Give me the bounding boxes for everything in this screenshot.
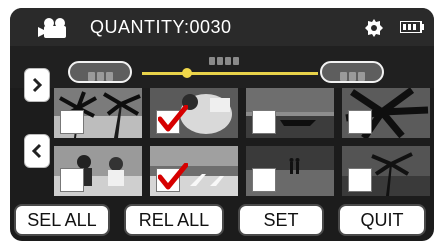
thumbnail-people-on-beach[interactable]	[54, 146, 142, 196]
gear-icon	[365, 19, 383, 37]
previous-page-button[interactable]	[24, 134, 50, 168]
select-checkbox[interactable]	[252, 168, 276, 192]
page-slider-area	[10, 46, 434, 88]
video-camera-icon	[38, 18, 66, 38]
checkmark-icon	[158, 163, 188, 190]
chevron-left-icon	[31, 143, 42, 159]
thumbnail-palm-trees[interactable]	[54, 88, 142, 138]
thumbnail-beach-chairs[interactable]	[150, 146, 238, 196]
thumbnail-couple-at-sunset[interactable]	[246, 146, 334, 196]
header-bar: QUANTITY:0030	[10, 8, 434, 47]
first-page-indicator[interactable]	[68, 61, 132, 83]
thumbnail-boat-on-water[interactable]	[246, 88, 334, 138]
select-checkbox[interactable]	[252, 110, 276, 134]
next-page-button[interactable]	[24, 68, 50, 102]
current-page-indicator	[208, 52, 240, 70]
quit-button[interactable]: QUIT	[338, 204, 426, 236]
last-page-indicator[interactable]	[320, 61, 384, 83]
select-all-button[interactable]: SEL ALL	[14, 204, 110, 236]
release-all-button[interactable]: REL ALL	[124, 204, 224, 236]
thumbnail-palm-at-dusk[interactable]	[342, 146, 430, 196]
select-checkbox[interactable]	[348, 110, 372, 134]
page-slider-track[interactable]	[142, 72, 318, 75]
select-checkbox[interactable]	[60, 168, 84, 192]
select-checkbox[interactable]	[60, 110, 84, 134]
chevron-right-icon	[32, 77, 43, 93]
set-button[interactable]: SET	[238, 204, 324, 236]
page-slider-knob[interactable]	[182, 68, 192, 78]
checkmark-icon	[158, 105, 188, 132]
quantity-label: QUANTITY:0030	[90, 17, 232, 37]
battery-icon	[400, 21, 424, 33]
thumbnail-selection-screen: QUANTITY:0030 SEL ALL REL ALL SET QUIT	[10, 8, 434, 241]
thumbnail-palm-leaves[interactable]	[342, 88, 430, 138]
thumbnail-person-reading[interactable]	[150, 88, 238, 138]
select-checkbox[interactable]	[348, 168, 372, 192]
